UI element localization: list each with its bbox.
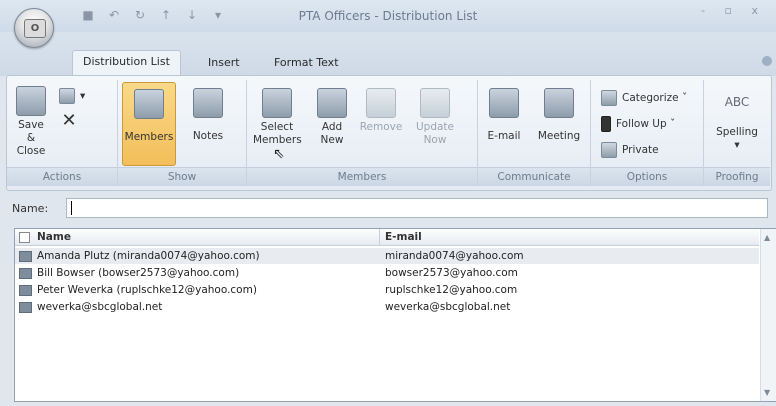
member-name: Amanda Plutz (miranda0074@yahoo.com) bbox=[37, 250, 260, 262]
name-row: Name: bbox=[6, 195, 770, 221]
select-members-icon bbox=[262, 88, 292, 118]
name-label: Name: bbox=[12, 202, 49, 215]
add-new-label: Add New bbox=[320, 121, 344, 146]
save-close-button[interactable]: Save & Close bbox=[13, 86, 49, 158]
email-icon bbox=[489, 88, 519, 118]
help-icon[interactable] bbox=[762, 56, 772, 66]
remove-button[interactable]: Remove bbox=[359, 88, 403, 134]
remove-icon bbox=[366, 88, 396, 118]
group-actions: Save & Close ▾ ✕ Actions bbox=[7, 80, 118, 186]
select-members-label: Select Members bbox=[253, 121, 302, 146]
list-item[interactable]: Peter Weverka (ruplschke12@yahoo.com) ru… bbox=[15, 282, 759, 298]
entry-type-column-icon bbox=[19, 232, 30, 243]
flag-icon bbox=[601, 116, 611, 132]
group-label-actions: Actions bbox=[7, 167, 117, 186]
spelling-button[interactable]: ABC Spelling ▾ bbox=[712, 88, 762, 152]
window-title: PTA Officers - Distribution List bbox=[298, 9, 478, 23]
categorize-label: Categorize ˇ bbox=[622, 92, 688, 104]
delete-icon: ✕ bbox=[61, 110, 77, 131]
notes-icon bbox=[193, 88, 223, 118]
text-caret bbox=[71, 201, 72, 215]
update-now-label: Update Now bbox=[415, 121, 455, 146]
ribbon-tabs: Distribution List Insert Format Text bbox=[0, 32, 776, 76]
add-new-button[interactable]: Add New bbox=[317, 88, 347, 147]
office-logo-icon: O bbox=[24, 19, 46, 38]
members-view-label: Members bbox=[124, 131, 174, 143]
scroll-up-icon[interactable]: ▲ bbox=[764, 233, 770, 242]
list-item[interactable]: Bill Bowser (bowser2573@yahoo.com) bowse… bbox=[15, 265, 759, 281]
distribution-list-window: O ■ ↶ ↻ ↑ ↓ ▾ PTA Officers - Distributio… bbox=[0, 0, 776, 406]
save-close-label: Save & Close bbox=[16, 119, 46, 157]
save-close-icon bbox=[16, 86, 46, 116]
member-name: Bill Bowser (bowser2573@yahoo.com) bbox=[37, 267, 240, 279]
follow-up-button[interactable]: Follow Up ˇ bbox=[601, 116, 675, 132]
group-label-options: Options bbox=[591, 167, 703, 186]
private-label: Private bbox=[622, 144, 659, 156]
group-members: Select Members Add New Remove Update Now… bbox=[247, 80, 478, 186]
forward-icon bbox=[59, 88, 75, 104]
mouse-cursor-icon: ⇖ bbox=[273, 146, 285, 162]
email-label: E-mail bbox=[487, 130, 521, 142]
members-list[interactable]: Name E-mail Amanda Plutz (miranda0074@ya… bbox=[14, 228, 776, 402]
tab-distribution-list[interactable]: Distribution List bbox=[72, 50, 181, 75]
member-name: Peter Weverka (ruplschke12@yahoo.com) bbox=[37, 284, 257, 296]
remove-label: Remove bbox=[359, 121, 403, 133]
tab-format-text[interactable]: Format Text bbox=[264, 52, 349, 74]
column-header-email[interactable]: E-mail bbox=[385, 229, 422, 245]
scroll-down-icon[interactable]: ▼ bbox=[764, 388, 770, 397]
contact-icon bbox=[19, 268, 32, 279]
members-icon bbox=[134, 89, 164, 119]
add-new-icon bbox=[317, 88, 347, 118]
office-button[interactable]: O bbox=[14, 8, 54, 48]
contact-icon bbox=[19, 302, 32, 313]
spelling-icon: ABC bbox=[724, 95, 750, 109]
vertical-scrollbar[interactable]: ▲ ▼ bbox=[760, 229, 776, 401]
window-controls[interactable]: - ▫ x bbox=[701, 4, 766, 17]
contact-icon bbox=[19, 285, 32, 296]
column-header-name[interactable]: Name bbox=[37, 229, 71, 245]
ribbon: Save & Close ▾ ✕ Actions Members Notes S… bbox=[6, 75, 772, 191]
group-options: Categorize ˇ Follow Up ˇ Private Options bbox=[591, 80, 704, 186]
delete-button[interactable]: ✕ bbox=[57, 112, 81, 130]
group-label-show: Show bbox=[118, 167, 246, 186]
follow-up-label: Follow Up ˇ bbox=[616, 118, 676, 130]
group-label-proofing: Proofing bbox=[704, 167, 770, 186]
list-header: Name E-mail bbox=[15, 229, 759, 246]
categorize-button[interactable]: Categorize ˇ bbox=[601, 90, 687, 106]
meeting-button[interactable]: Meeting bbox=[536, 88, 582, 143]
notes-label: Notes bbox=[192, 130, 224, 142]
tab-insert[interactable]: Insert bbox=[198, 52, 250, 74]
member-email: ruplschke12@yahoo.com bbox=[385, 284, 518, 296]
update-now-icon bbox=[420, 88, 450, 118]
list-item[interactable]: weverka@sbcglobal.net weverka@sbcglobal.… bbox=[15, 299, 759, 315]
update-now-button[interactable]: Update Now bbox=[413, 88, 457, 147]
group-show: Members Notes Show bbox=[118, 80, 247, 186]
group-label-communicate: Communicate bbox=[478, 167, 590, 186]
spelling-label: Spelling bbox=[716, 126, 758, 138]
name-input[interactable] bbox=[66, 198, 768, 218]
list-item[interactable]: Amanda Plutz (miranda0074@yahoo.com) mir… bbox=[15, 248, 759, 264]
private-button[interactable]: Private bbox=[601, 142, 659, 158]
meeting-icon bbox=[544, 88, 574, 118]
member-email: weverka@sbcglobal.net bbox=[385, 301, 511, 313]
title-bar: O ■ ↶ ↻ ↑ ↓ ▾ PTA Officers - Distributio… bbox=[0, 0, 776, 48]
notes-button[interactable]: Notes bbox=[186, 88, 230, 143]
member-email: bowser2573@yahoo.com bbox=[385, 267, 518, 279]
select-members-button[interactable]: Select Members bbox=[253, 88, 302, 147]
member-name: weverka@sbcglobal.net bbox=[37, 301, 163, 313]
meeting-label: Meeting bbox=[537, 130, 581, 142]
member-email: miranda0074@yahoo.com bbox=[385, 250, 524, 262]
email-button[interactable]: E-mail bbox=[484, 88, 524, 143]
forward-button[interactable]: ▾ bbox=[59, 88, 85, 104]
group-label-members: Members bbox=[247, 167, 477, 186]
group-proofing: ABC Spelling ▾ Proofing bbox=[704, 80, 770, 186]
lock-icon bbox=[601, 142, 617, 158]
contact-icon bbox=[19, 251, 32, 262]
group-communicate: E-mail Meeting Communicate bbox=[478, 80, 591, 186]
members-view-button[interactable]: Members bbox=[122, 82, 176, 166]
categorize-icon bbox=[601, 90, 617, 106]
column-separator[interactable] bbox=[379, 229, 380, 245]
